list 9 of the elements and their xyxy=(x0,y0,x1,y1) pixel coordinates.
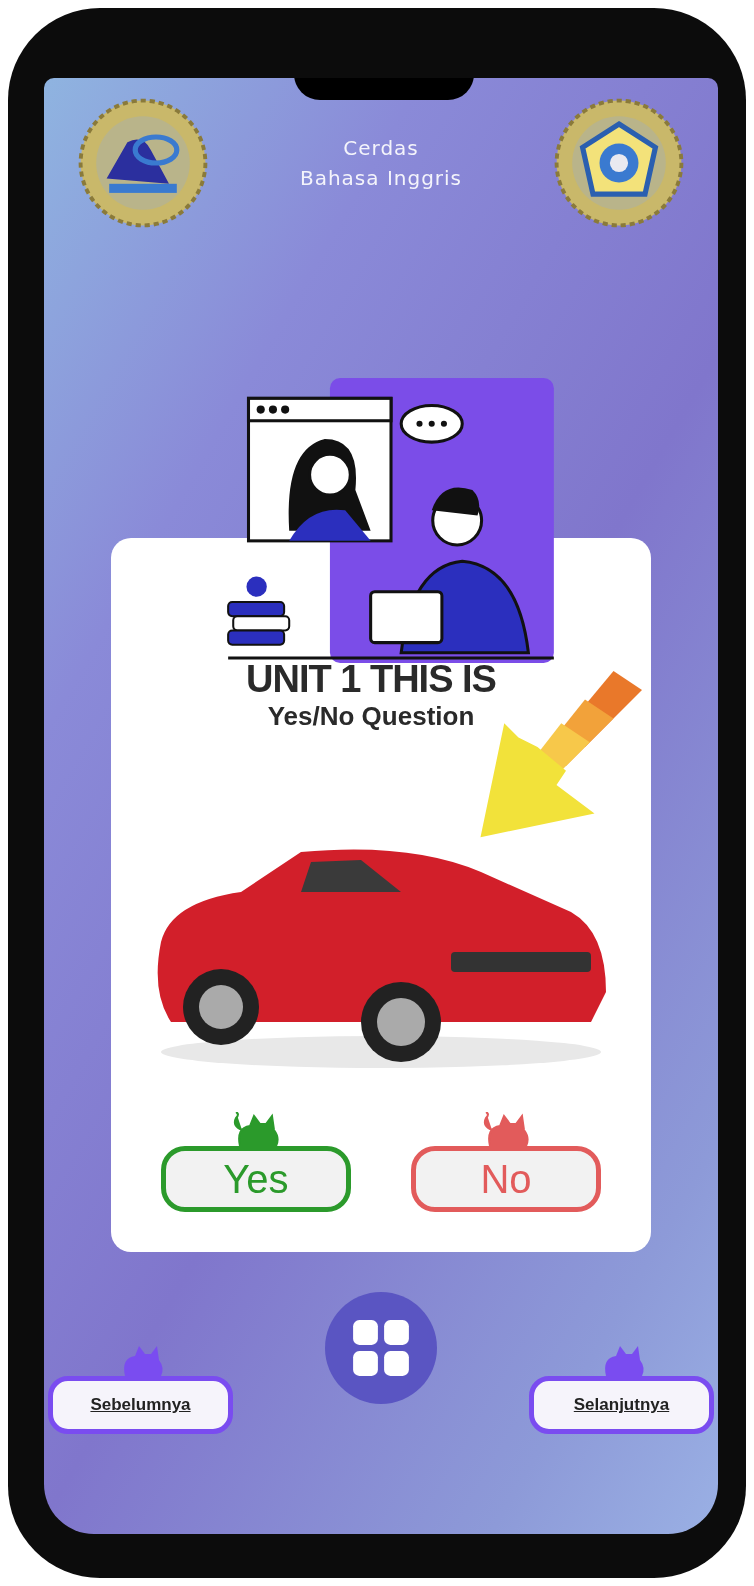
grid-icon xyxy=(350,1317,412,1379)
app-title: Cerdas xyxy=(343,136,419,160)
emblem-icon xyxy=(78,98,208,228)
lesson-subtitle: Yes/No Question xyxy=(267,701,475,732)
unit-title: UNIT 1 THIS IS xyxy=(246,658,496,701)
app-title: Bahasa Inggris xyxy=(299,166,463,190)
next-button[interactable]: Selanjutnya xyxy=(529,1376,714,1434)
emblem-icon xyxy=(554,98,684,228)
previous-button[interactable]: Sebelumnya xyxy=(48,1376,233,1434)
